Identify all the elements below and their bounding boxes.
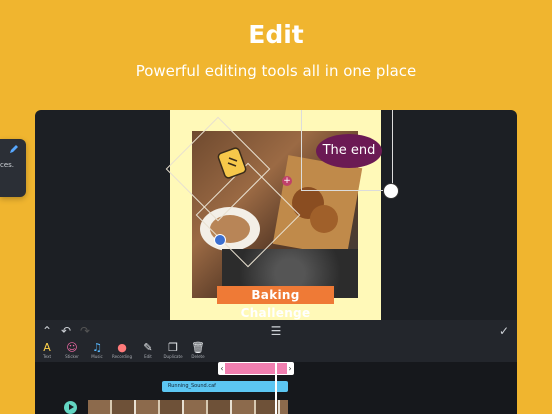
undo-icon[interactable]: ↶: [59, 324, 73, 338]
tool-delete[interactable]: 🗑 Delete: [186, 341, 210, 360]
tool-row: A Text ☺ Sticker ♫ Music ● Recording ✎ E…: [35, 342, 517, 362]
chevron-left-icon[interactable]: ‹: [219, 363, 225, 374]
trash-icon: 🗑: [191, 341, 205, 354]
tool-label: Duplicate: [163, 354, 183, 359]
tool-label: Delete: [191, 354, 205, 359]
side-panel[interactable]: ces.: [0, 139, 26, 197]
resize-handle[interactable]: [383, 183, 399, 199]
sticker-icon: ☺: [66, 341, 78, 354]
hand-sticker-icon[interactable]: [215, 144, 253, 186]
chevron-right-icon[interactable]: ›: [287, 363, 293, 374]
redo-icon[interactable]: ↷: [78, 324, 92, 338]
settings-icon[interactable]: ☰: [269, 324, 283, 338]
tool-label: Sticker: [65, 354, 79, 359]
play-icon[interactable]: [64, 401, 77, 414]
microphone-icon: ●: [117, 341, 127, 354]
music-icon: ♫: [92, 341, 102, 354]
confirm-icon[interactable]: ✓: [497, 324, 511, 338]
editor-window: Baking Challenge + The end × ⌃ ↶ ↷ ☰ ✓ A…: [35, 110, 517, 414]
page-title: Edit: [248, 20, 304, 49]
tool-label: Text: [42, 354, 52, 359]
tool-duplicate[interactable]: ❐ Duplicate: [161, 341, 185, 360]
tool-text[interactable]: A Text: [35, 341, 59, 360]
top-toolbar: ⌃ ↶ ↷ ☰ ✓: [35, 320, 517, 342]
editor-canvas[interactable]: Baking Challenge + The end: [165, 110, 393, 320]
pencil-icon[interactable]: [8, 143, 20, 155]
tool-edit[interactable]: ✎ Edit: [136, 341, 160, 360]
timeline[interactable]: ‹ › Running_Sound.caf: [35, 362, 517, 414]
tool-music[interactable]: ♫ Music: [85, 341, 109, 360]
info-handle[interactable]: [214, 234, 226, 246]
tool-recording[interactable]: ● Recording: [110, 341, 134, 360]
playhead[interactable]: [275, 362, 277, 414]
tool-label: Edit: [144, 354, 152, 359]
chevron-up-icon[interactable]: ⌃: [40, 324, 54, 338]
side-panel-text: ces.: [0, 161, 15, 169]
tool-label: Music: [91, 354, 103, 359]
tool-label: Recording: [111, 354, 132, 359]
duplicate-icon: ❐: [168, 341, 178, 354]
speech-bubble-layer[interactable]: The end: [316, 134, 382, 168]
text-icon: A: [43, 341, 51, 354]
tool-sticker[interactable]: ☺ Sticker: [60, 341, 84, 360]
video-strip[interactable]: [88, 400, 288, 414]
pencil-icon: ✎: [143, 341, 153, 354]
pastry: [310, 205, 338, 233]
banner-text-layer[interactable]: Baking Challenge: [217, 286, 334, 320]
sticker-clip[interactable]: ‹ ›: [218, 362, 294, 375]
audio-clip[interactable]: Running_Sound.caf: [162, 381, 288, 392]
page-subtitle: Powerful editing tools all in one place: [135, 62, 417, 80]
plus-handle[interactable]: +: [282, 176, 292, 186]
